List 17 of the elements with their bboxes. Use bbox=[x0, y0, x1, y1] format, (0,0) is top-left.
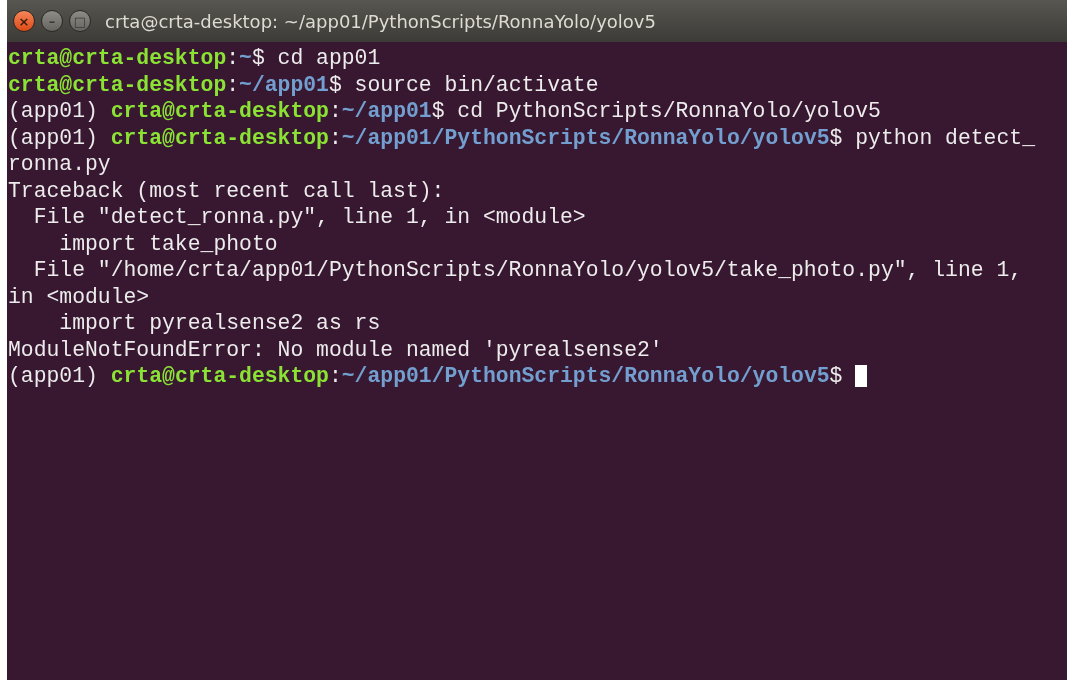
window-title: crta@crta-desktop: ~/app01/PythonScripts/RonnaYolo/yolov5 bbox=[105, 9, 656, 34]
terminal-line: File "detect_ronna.py", line 1, in <module> bbox=[32, 204, 586, 231]
terminal-line: Traceback (most recent call last): bbox=[8, 177, 445, 204]
terminal-line: (app01) crta@crta-desktop:~/app01/PythonScripts/RonnaYolo/yolov5$ python detect_ bbox=[8, 124, 1035, 151]
terminal-line: crta@crta-desktop:~/app01$ source bin/activate bbox=[8, 71, 599, 98]
maximize-button[interactable]: □ bbox=[69, 10, 91, 32]
terminal-line: import take_photo bbox=[58, 230, 278, 257]
terminal-line: (app01) crta@crta-desktop:~/app01/PythonScripts/RonnaYolo/yolov5$ bbox=[8, 363, 844, 390]
close-button[interactable]: × bbox=[13, 10, 35, 32]
minimize-button[interactable]: – bbox=[41, 10, 63, 32]
terminal-line: (app01) crta@crta-desktop:~/app01$ cd PythonScripts/RonnaYolo/yolov5 bbox=[8, 98, 881, 125]
terminal-line: in <module> bbox=[8, 283, 150, 310]
terminal-line: crta@crta-desktop:~$ cd app01 bbox=[8, 45, 381, 72]
terminal-line: import pyrealsense2 as rs bbox=[58, 310, 381, 337]
terminal-line: ModuleNotFoundError: No module named 'pyrealsense2' bbox=[8, 336, 663, 363]
terminal-line: ronna.py bbox=[8, 151, 111, 178]
terminal-line: File "/home/crta/app01/PythonScripts/RonnaYolo/yolov5/take_photo.py", line 1, bbox=[32, 257, 1023, 284]
